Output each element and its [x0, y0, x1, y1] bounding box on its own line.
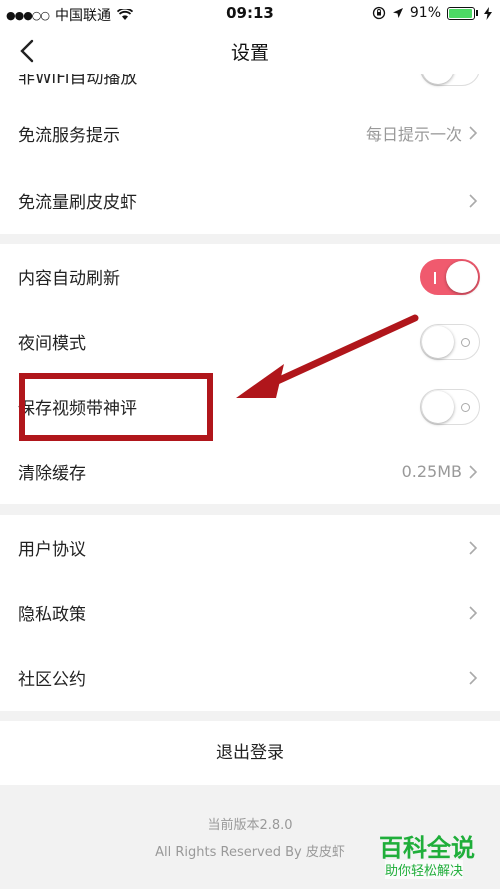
auto-refresh-toggle[interactable] — [420, 258, 480, 295]
status-bar: ●●●○○ 中国联通 09:13 91% — [0, 0, 500, 28]
settings-group-2: 内容自动刷新 夜间模式 保存视频带神评 清除缓存 0.25MB — [0, 244, 500, 504]
battery-cap — [476, 10, 478, 16]
settings-row-night-mode[interactable]: 夜间模式 — [0, 309, 500, 374]
settings-row-community-rules[interactable]: 社区公约 — [0, 645, 500, 710]
page-title: 设置 — [230, 42, 269, 64]
toggle-knob — [422, 325, 454, 358]
row-label: 非WiFi自动播放 — [18, 74, 138, 88]
chevron-right-icon — [469, 126, 478, 140]
watermark-subtitle: 助你轻松解决 — [385, 860, 464, 879]
settings-row-free-data-tip[interactable]: 免流服务提示 每日提示一次 — [0, 98, 500, 168]
autoplay-toggle[interactable] — [420, 74, 480, 86]
row-label: 免流服务提示 — [18, 125, 120, 146]
settings-row-privacy-policy[interactable]: 隐私政策 — [0, 580, 500, 645]
charging-icon — [484, 6, 492, 20]
chevron-right-icon — [469, 465, 478, 479]
settings-row-save-video-comment[interactable]: 保存视频带神评 — [0, 374, 500, 439]
toggle-knob — [422, 390, 454, 423]
chevron-right-icon — [469, 194, 478, 208]
settings-row-user-agreement[interactable]: 用户协议 — [0, 515, 500, 580]
row-label: 隐私政策 — [18, 605, 86, 625]
logout-button[interactable]: 退出登录 — [0, 721, 500, 785]
chevron-right-icon — [469, 606, 478, 620]
toggle-off-mark — [461, 402, 470, 412]
battery-percent: 91% — [409, 5, 441, 21]
row-label: 保存视频带神评 — [18, 399, 137, 419]
row-label: 用户协议 — [18, 540, 86, 560]
settings-row-autoplay[interactable]: 非WiFi自动播放 — [0, 74, 500, 98]
row-label: 内容自动刷新 — [18, 269, 120, 289]
settings-row-auto-refresh[interactable]: 内容自动刷新 — [0, 244, 500, 309]
toggle-knob — [422, 74, 454, 84]
watermark-title: 百科全说 — [379, 834, 475, 862]
row-label: 免流量刷皮皮虾 — [18, 193, 137, 213]
save-video-comment-toggle[interactable] — [420, 388, 480, 425]
settings-row-free-data-browse[interactable]: 免流量刷皮皮虾 — [0, 168, 500, 233]
row-label: 夜间模式 — [18, 334, 86, 354]
nav-bar: 设置 — [0, 28, 500, 74]
chevron-right-icon — [469, 541, 478, 555]
cache-size: 0.25MB — [401, 462, 462, 481]
row-label: 社区公约 — [18, 670, 86, 690]
row-label: 清除缓存 — [18, 464, 86, 484]
location-icon — [392, 8, 403, 18]
watermark-logo: 百科全说 助你轻松解决 — [375, 826, 490, 882]
toggle-knob — [446, 260, 478, 293]
settings-group-3: 用户协议 隐私政策 社区公约 — [0, 515, 500, 711]
chevron-right-icon — [469, 671, 478, 685]
night-mode-toggle[interactable] — [420, 323, 480, 360]
toggle-off-mark — [461, 337, 470, 347]
row-value: 每日提示一次 — [365, 125, 462, 144]
orientation-lock-icon — [372, 6, 386, 20]
settings-group-1: 非WiFi自动播放 免流服务提示 每日提示一次 免流量刷皮皮虾 — [0, 74, 500, 234]
settings-row-clear-cache[interactable]: 清除缓存 0.25MB — [0, 439, 500, 504]
toggle-on-mark — [434, 271, 436, 284]
battery-icon — [447, 6, 475, 20]
